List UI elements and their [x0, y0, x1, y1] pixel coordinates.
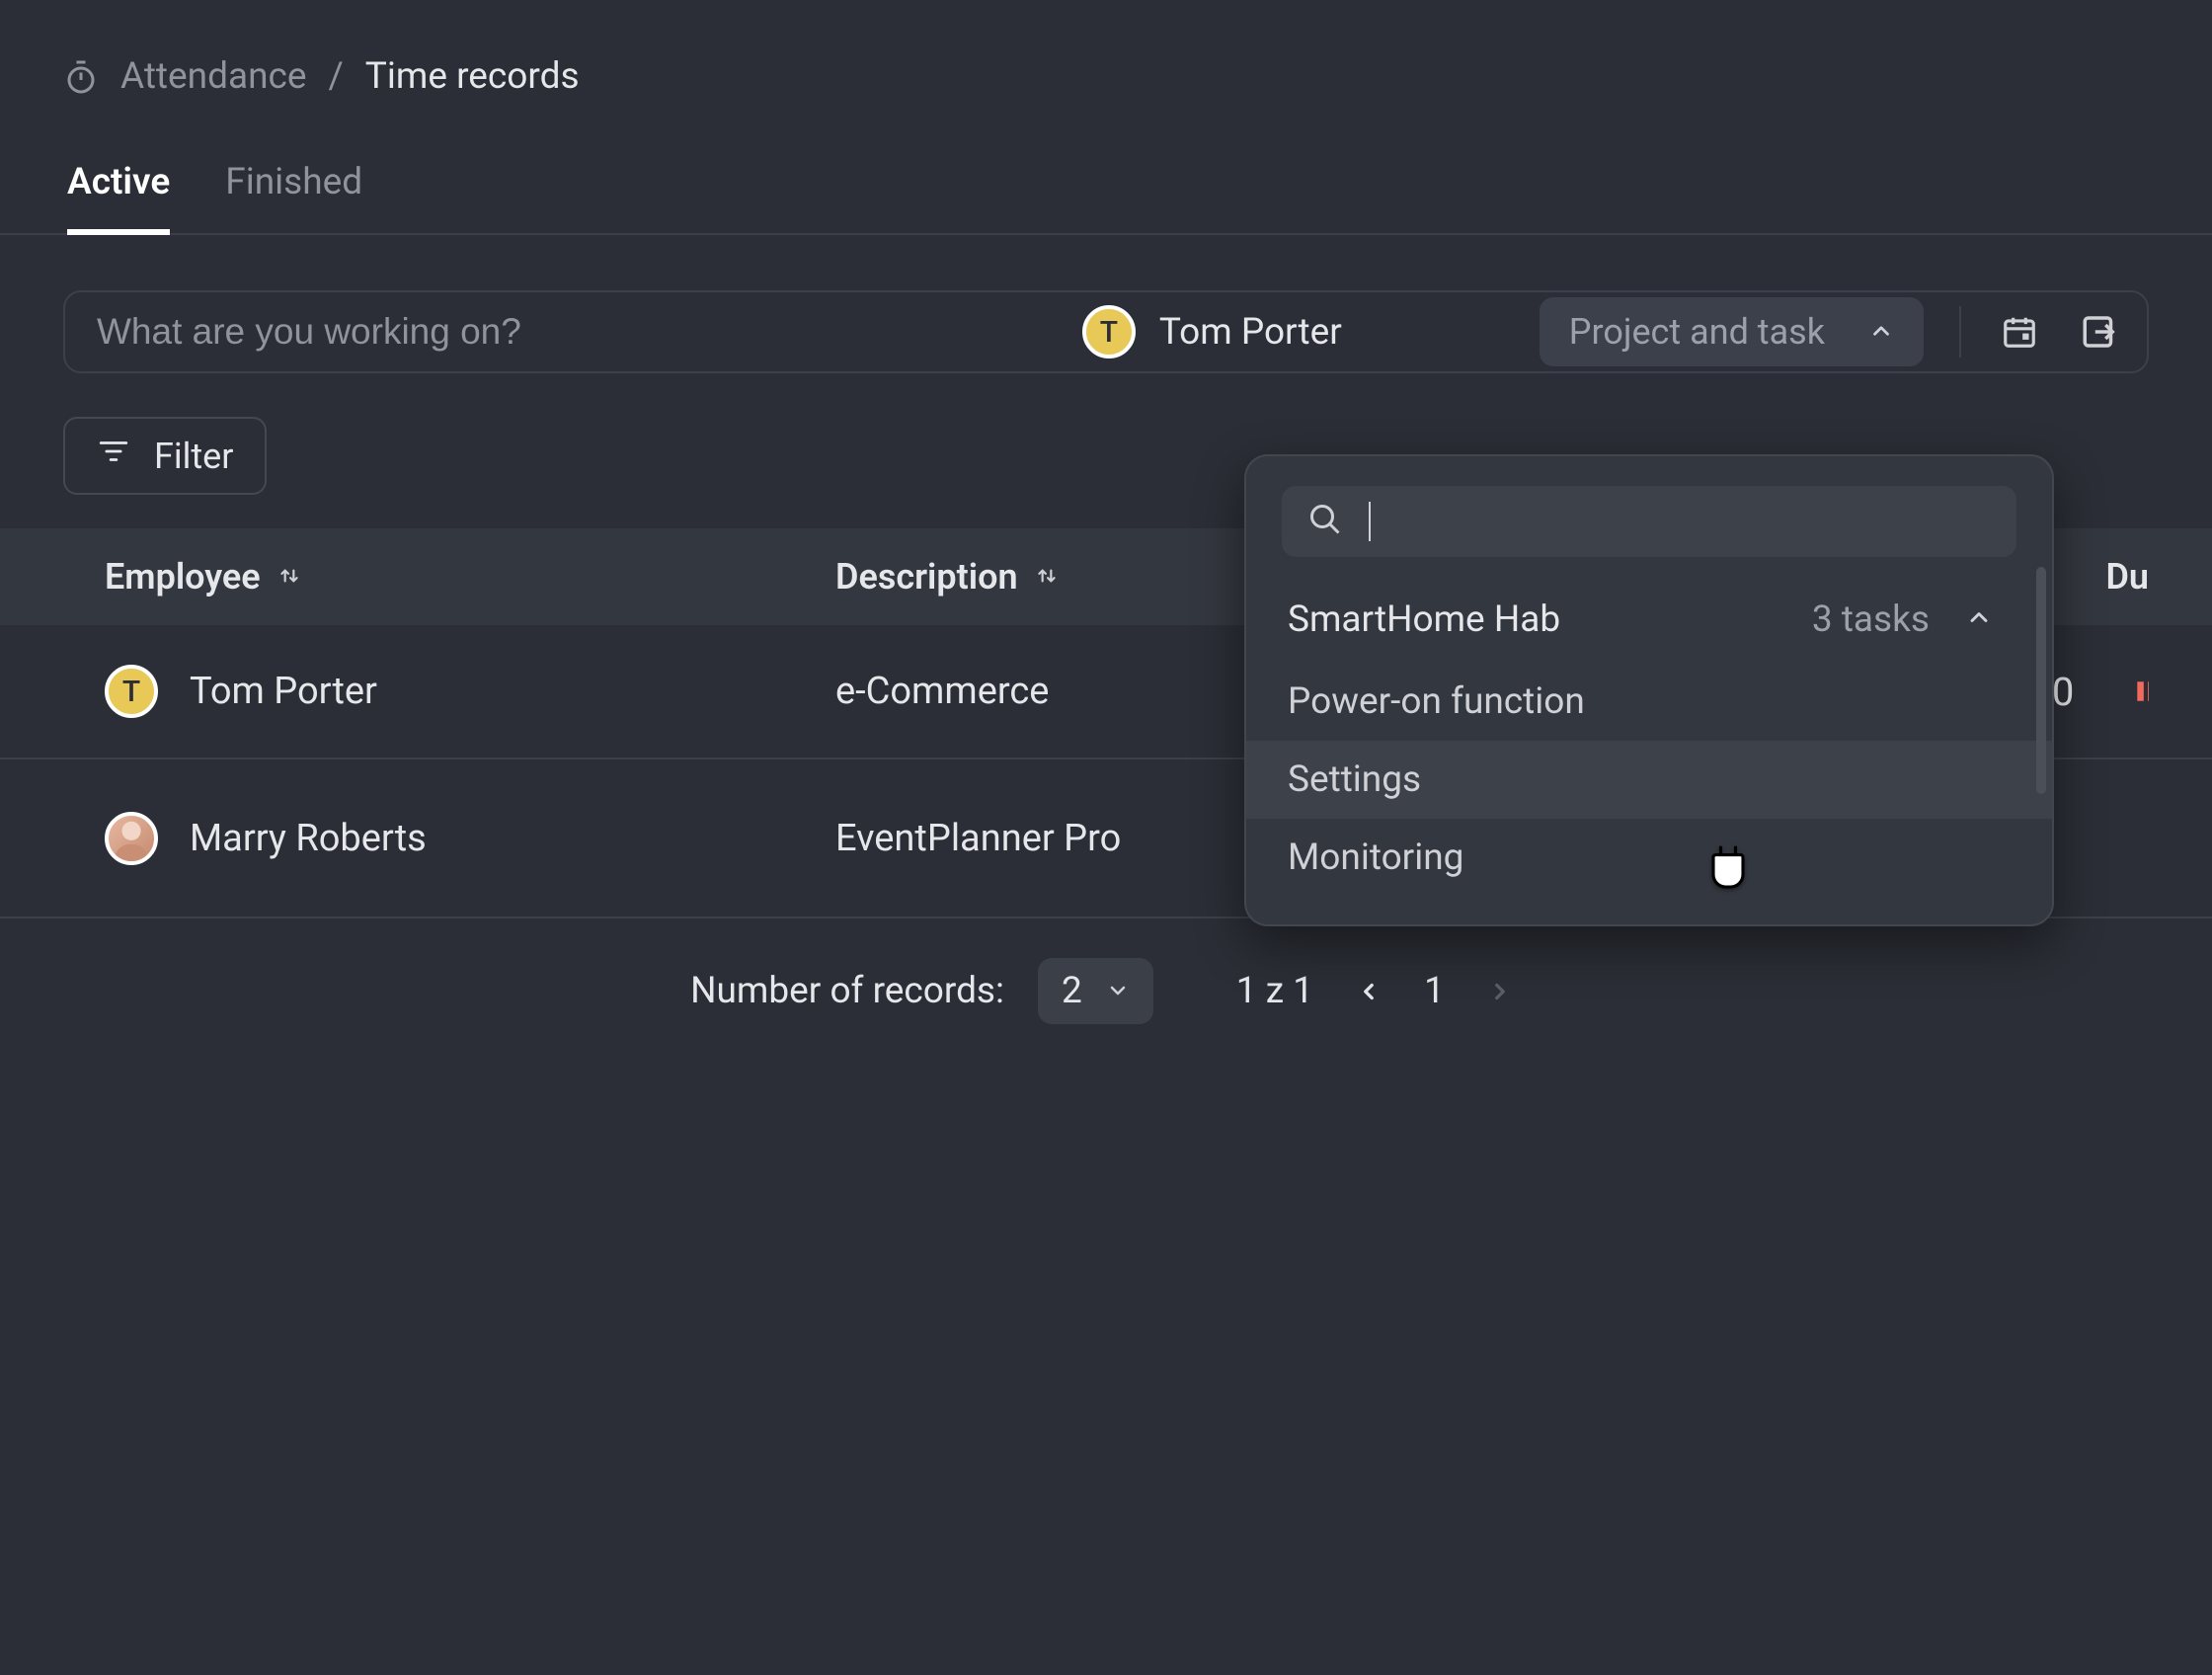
avatar: T — [105, 665, 158, 718]
breadcrumb-current: Time records — [365, 55, 580, 98]
page-size-select[interactable]: 2 — [1038, 958, 1153, 1024]
chevron-down-icon — [1106, 970, 1130, 1012]
project-group-count: 3 tasks — [1812, 598, 1930, 641]
project-task-popover: SmartHome Hab 3 tasks Power-on function … — [1244, 454, 2054, 926]
pause-button[interactable] — [2133, 678, 2149, 705]
task-input[interactable] — [97, 311, 1043, 353]
stopwatch-icon — [63, 59, 99, 95]
time-entry-bar: T Tom Porter Project and task — [63, 290, 2149, 373]
employee-name: Tom Porter — [190, 670, 377, 713]
app-root: Attendance / Time records Active Finishe… — [0, 0, 2212, 1675]
task-option[interactable]: Power-on function — [1246, 663, 2052, 741]
current-page: 1 — [1424, 970, 1445, 1012]
assignee-name: Tom Porter — [1159, 311, 1342, 354]
pagination: Number of records: 2 1 z 1 1 — [0, 918, 2212, 1064]
col-employee-label: Employee — [105, 556, 261, 598]
breadcrumb-section[interactable]: Attendance — [120, 55, 307, 98]
next-page-button[interactable] — [1478, 970, 1522, 1013]
breadcrumb: Attendance / Time records — [0, 55, 2212, 98]
filter-button[interactable]: Filter — [63, 417, 267, 495]
description-cell: EventPlanner Pro — [835, 817, 1270, 860]
popover-search[interactable] — [1282, 486, 2016, 557]
filter-icon — [97, 435, 130, 477]
col-duration-label: Du — [2105, 556, 2149, 598]
chevron-up-icon — [1965, 598, 1993, 641]
assignee-chip[interactable]: T Tom Porter — [1043, 305, 1382, 359]
popover-search-input[interactable] — [1396, 503, 1991, 541]
tab-finished[interactable]: Finished — [225, 161, 362, 233]
task-option[interactable]: Settings — [1246, 741, 2052, 819]
project-task-select[interactable]: Project and task — [1540, 297, 1924, 366]
page-info: 1 z 1 — [1236, 970, 1313, 1012]
tab-active[interactable]: Active — [67, 161, 170, 233]
employee-name: Marry Roberts — [190, 817, 427, 860]
filter-label: Filter — [154, 436, 233, 477]
calendar-button[interactable] — [1997, 309, 2042, 355]
project-group-header[interactable]: SmartHome Hab 3 tasks — [1246, 577, 2052, 663]
page-size-value: 2 — [1062, 970, 1082, 1012]
project-task-label: Project and task — [1569, 311, 1825, 353]
scrollbar-thumb[interactable] — [2036, 567, 2046, 794]
col-description-label: Description — [835, 556, 1018, 598]
text-cursor — [1369, 502, 1371, 541]
sort-icon — [276, 556, 302, 598]
col-description[interactable]: Description — [835, 556, 1270, 598]
avatar — [105, 812, 158, 865]
chevron-up-icon — [1868, 311, 1894, 353]
task-option[interactable]: Monitoring — [1246, 819, 2052, 897]
page-size-label: Number of records: — [690, 970, 1004, 1012]
avatar: T — [1082, 305, 1136, 359]
project-group-name: SmartHome Hab — [1288, 598, 1812, 641]
divider — [1959, 306, 1961, 358]
description-cell: e-Commerce — [835, 670, 1270, 713]
tabs: Active Finished — [0, 161, 2212, 235]
col-employee[interactable]: Employee — [105, 556, 835, 598]
duration-tail: 0 — [2052, 669, 2074, 715]
prev-page-button[interactable] — [1347, 970, 1390, 1013]
breadcrumb-separator: / — [329, 55, 344, 98]
search-icon — [1307, 502, 1343, 541]
sort-icon — [1034, 556, 1060, 598]
start-timer-button[interactable] — [2078, 309, 2123, 355]
